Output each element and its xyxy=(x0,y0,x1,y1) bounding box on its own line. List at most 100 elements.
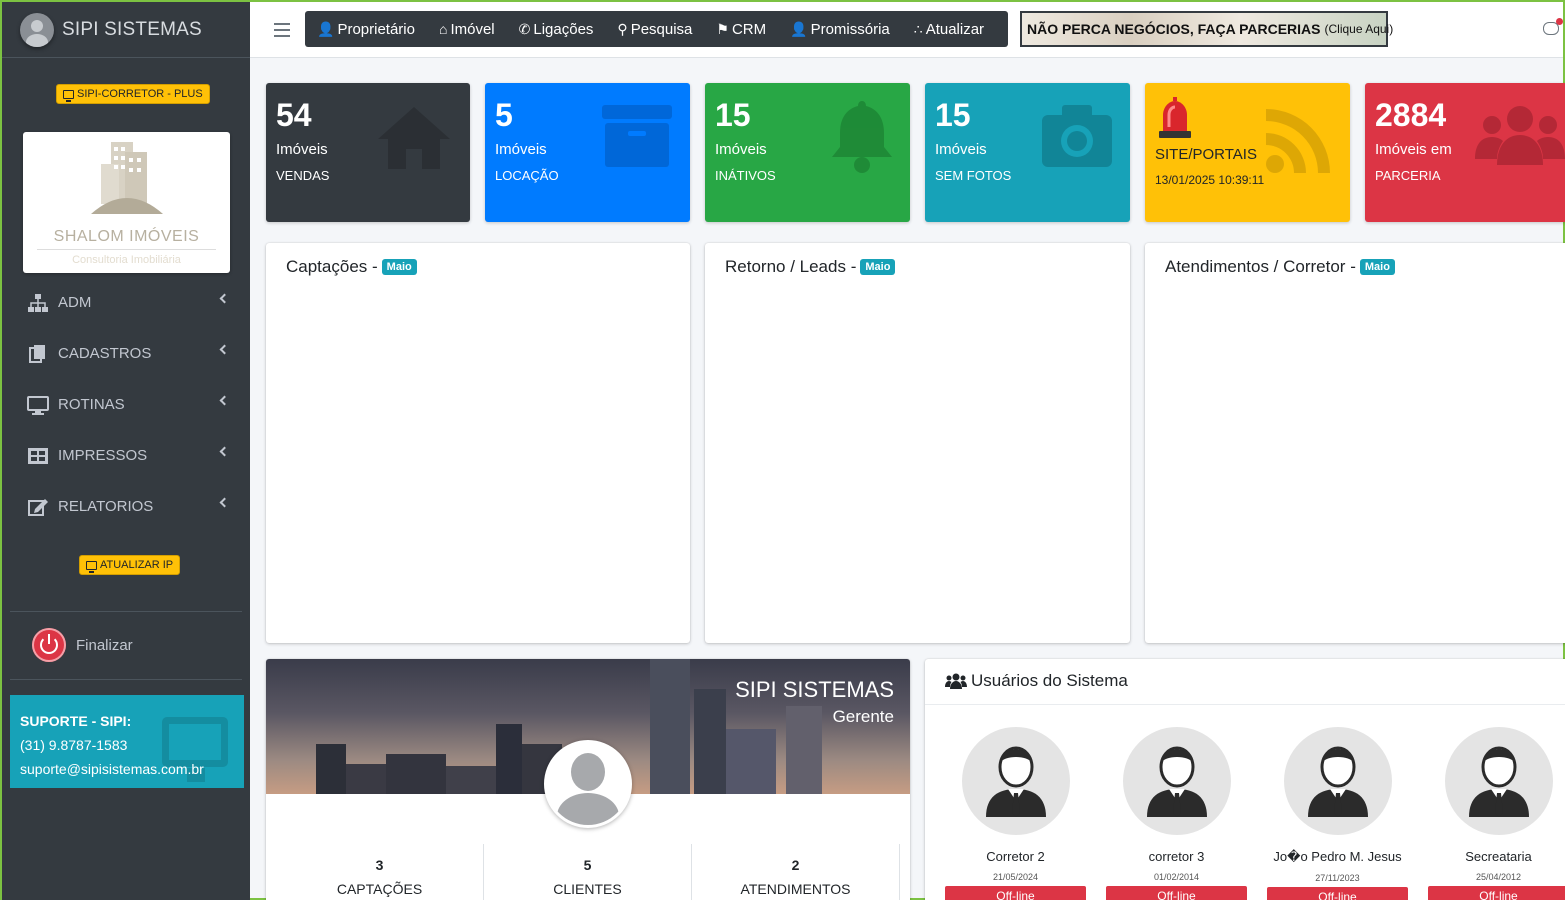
user-date: 25/04/2012 xyxy=(1475,872,1522,882)
chevron-left-icon xyxy=(219,497,230,508)
menu-label: Imóvel xyxy=(450,20,495,38)
user-item[interactable]: Jo�o Pedro M. Jesus 27/11/2023 Off-line xyxy=(1257,727,1418,900)
stat-box-locacao[interactable]: 5 Imóveis LOCAÇÃO xyxy=(485,83,690,222)
stat-box-site-portais[interactable]: SITE/PORTAIS 13/01/2025 10:39:11 xyxy=(1145,83,1350,222)
stat-box-sem-fotos[interactable]: 15 Imóveis SEM FOTOS xyxy=(925,83,1130,222)
support-title: SUPORTE - SIPI: xyxy=(20,713,132,729)
users-card-header: Usuários do Sistema xyxy=(925,659,1565,705)
chevron-left-icon xyxy=(219,293,230,304)
archive-icon xyxy=(602,105,672,167)
user-name: Secreataria xyxy=(1465,849,1532,864)
home-icon xyxy=(378,107,450,169)
chart-card-captacoes: Captações - Maio xyxy=(266,243,690,643)
bell-icon xyxy=(832,101,892,173)
siren-icon xyxy=(1159,97,1191,138)
users-list: Corretor 2 21/05/2024 Off-line corretor … xyxy=(935,727,1565,900)
sidebar-item-cadastros[interactable]: CADASTROS xyxy=(10,328,242,379)
sidebar-item-impressos[interactable]: IMPRESSOS xyxy=(10,430,242,481)
stat-sublabel: 13/01/2025 10:39:11 xyxy=(1155,173,1265,187)
rss-icon xyxy=(1266,109,1330,173)
banner-text: NÃO PERCA NEGÓCIOS, FAÇA PARCERIAS xyxy=(1027,21,1321,37)
support-box: SUPORTE - SIPI: (31) 9.8787-1583 suporte… xyxy=(10,695,244,788)
sidebar-item-relatorios[interactable]: RELATORIOS xyxy=(10,481,242,532)
user-item[interactable]: Secreataria 25/04/2012 Off-line xyxy=(1418,727,1565,900)
stat-box-parceria[interactable]: 2884 Imóveis em PARCERIA xyxy=(1365,83,1565,222)
stat-value: 2 xyxy=(791,857,800,873)
support-email[interactable]: suporte@sipisistemas.com.br xyxy=(20,757,234,781)
agency-name: SHALOM IMÓVEIS xyxy=(53,228,200,245)
stat-value: 3 xyxy=(375,857,384,873)
sidebar-item-label: IMPRESSOS xyxy=(58,447,148,464)
menu-label: Atualizar xyxy=(925,20,985,38)
user-avatar xyxy=(1283,727,1392,835)
menu-label: Ligações xyxy=(533,20,594,38)
user-name: Jo�o Pedro M. Jesus xyxy=(1273,849,1402,864)
sidebar: SIPI SISTEMAS SIPI-CORRETOR - PLUS SHALO… xyxy=(2,2,250,900)
menu-proprietario[interactable]: 👤 Proprietário xyxy=(317,21,415,38)
profile-name: SIPI SISTEMAS xyxy=(735,677,894,702)
sidebar-divider xyxy=(10,679,242,680)
user-status-badge: Off-line xyxy=(1428,886,1565,900)
user-date: 27/11/2023 xyxy=(1315,873,1360,883)
month-badge: Maio xyxy=(860,259,896,275)
menu-pesquisa[interactable]: ⚲ Pesquisa xyxy=(617,21,692,38)
logout-label: Finalizar xyxy=(76,636,133,654)
businessman-icon xyxy=(985,746,1046,817)
chart-title: Retorno / Leads - Maio xyxy=(725,257,896,277)
user-icon: 👤 xyxy=(790,20,808,37)
table-icon xyxy=(28,447,48,464)
chat-icon[interactable] xyxy=(1543,18,1563,35)
menu-ligacoes[interactable]: ✆ Ligações xyxy=(519,21,594,38)
sitemap-icon xyxy=(28,293,48,312)
power-icon xyxy=(32,628,66,662)
profile-avatar xyxy=(544,740,632,828)
user-name: Corretor 2 xyxy=(986,849,1045,864)
chevron-left-icon xyxy=(219,344,230,355)
profile-stat-clientes: 5 CLIENTES xyxy=(484,844,692,900)
user-item[interactable]: Corretor 2 21/05/2024 Off-line xyxy=(935,727,1096,900)
desktop-icon xyxy=(63,89,74,102)
logout-button[interactable]: Finalizar xyxy=(22,628,133,662)
update-ip-button[interactable]: ATUALIZAR IP xyxy=(79,555,181,575)
hamburger-menu-icon[interactable] xyxy=(274,23,290,37)
partnership-banner[interactable]: NÃO PERCA NEGÓCIOS, FAÇA PARCERIAS (Cliq… xyxy=(1020,11,1393,47)
menu-atualizar[interactable]: ∴ Atualizar xyxy=(914,21,984,38)
support-phone: (31) 9.8787-1583 xyxy=(20,737,128,753)
user-status-badge: Off-line xyxy=(1106,886,1247,900)
user-avatar xyxy=(961,727,1070,835)
stat-label: CAPTAÇÕES xyxy=(336,881,423,897)
sidebar-item-adm[interactable]: ADM xyxy=(10,277,242,328)
desktop-icon xyxy=(86,560,97,573)
home-icon: ⌂ xyxy=(438,21,448,37)
menu-label: Promissória xyxy=(810,20,890,38)
chart-title: Atendimentos / Corretor - Maio xyxy=(1165,257,1395,277)
phone-icon: ✆ xyxy=(518,20,531,37)
menu-promissoria[interactable]: 👤 Promissória xyxy=(790,21,890,38)
update-ip-label: ATUALIZAR IP xyxy=(100,559,174,571)
camera-icon xyxy=(1042,105,1112,167)
stat-box-inativos[interactable]: 15 Imóveis INÁTIVOS xyxy=(705,83,910,222)
users-card: Usuários do Sistema Corretor 2 21/05/202… xyxy=(925,659,1565,900)
stat-box-vendas[interactable]: 54 Imóveis VENDAS xyxy=(266,83,470,222)
chart-card-atendimentos: Atendimentos / Corretor - Maio xyxy=(1145,243,1565,643)
chevron-left-icon xyxy=(219,446,230,457)
users-title-text: Usuários do Sistema xyxy=(971,671,1128,690)
bell-icon: ⚑ xyxy=(716,20,729,37)
plan-badge-label: SIPI-CORRETOR - PLUS xyxy=(77,88,203,100)
brand-link[interactable]: SIPI SISTEMAS xyxy=(2,2,250,58)
rss-icon: ∴ xyxy=(913,20,923,37)
chart-card-retorno-leads: Retorno / Leads - Maio xyxy=(705,243,1130,643)
banner-hint: (Clique Aqui) xyxy=(1324,22,1394,36)
copy-icon xyxy=(29,344,45,363)
businessman-icon xyxy=(1307,746,1368,817)
menu-crm[interactable]: ⚑ CRM xyxy=(716,21,766,38)
plan-badge[interactable]: SIPI-CORRETOR - PLUS xyxy=(56,84,210,104)
agency-logo: SHALOM IMÓVEIS Consultoria Imobiliária xyxy=(23,132,230,273)
menu-imovel[interactable]: ⌂ Imóvel xyxy=(439,21,495,38)
stat-sublabel: LOCAÇÃO xyxy=(495,168,559,183)
sidebar-item-rotinas[interactable]: ROTINAS xyxy=(10,379,242,430)
users-icon xyxy=(945,673,967,689)
user-item[interactable]: corretor 3 01/02/2014 Off-line xyxy=(1096,727,1257,900)
brand-avatar-icon xyxy=(20,12,54,47)
profile-stats: 3 CAPTAÇÕES 5 CLIENTES 2 ATENDIMENTOS xyxy=(276,844,900,900)
